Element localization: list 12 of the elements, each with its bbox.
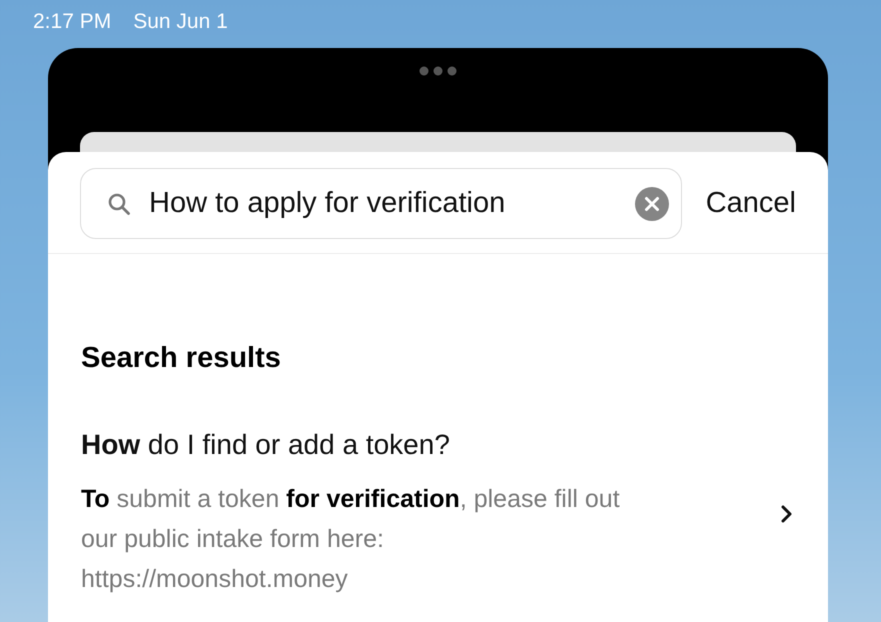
cancel-button[interactable]: Cancel <box>706 187 796 220</box>
search-input[interactable]: How to apply for verification <box>149 187 617 220</box>
chevron-right-icon[interactable] <box>780 505 792 523</box>
result-title[interactable]: How do I find or add a token? <box>81 429 780 461</box>
search-icon <box>107 192 131 216</box>
status-time: 2:17 PM <box>33 10 112 35</box>
section-title: Search results <box>81 342 282 375</box>
result-snippet: To submit a token for verification, please fill out our public intake form here: https://moonshot.money <box>81 484 621 595</box>
status-date: Sun Jun 1 <box>133 10 228 35</box>
search-field[interactable]: How to apply for verification <box>80 168 682 239</box>
clear-icon[interactable] <box>634 186 669 220</box>
more-dots-icon[interactable] <box>419 66 457 76</box>
